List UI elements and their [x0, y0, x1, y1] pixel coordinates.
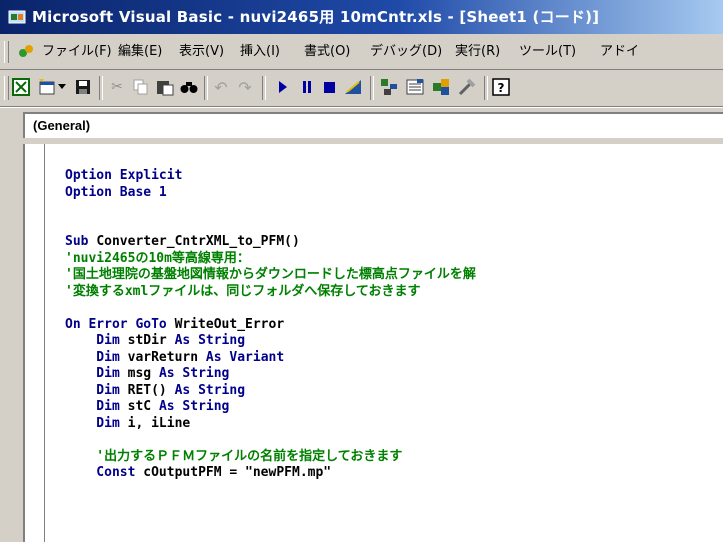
code-line[interactable]: '国土地理院の基盤地図情報からダウンロードした標高点ファイルを解: [65, 267, 476, 284]
code-line[interactable]: Dim msg As String: [65, 366, 476, 383]
menu-edit[interactable]: 編集(E): [116, 35, 164, 69]
code-keyword: Dim: [65, 349, 128, 365]
code-keyword: As Variant: [205, 349, 285, 365]
code-keyword: Dim: [65, 415, 128, 431]
code-line[interactable]: [65, 432, 476, 449]
code-keyword: Option Explicit: [65, 168, 183, 183]
code-line[interactable]: [65, 218, 476, 235]
help-icon[interactable]: ?: [490, 76, 512, 98]
code-line[interactable]: [65, 300, 476, 317]
toolbar-grip[interactable]: [4, 76, 9, 100]
object-combo[interactable]: (General): [23, 112, 723, 138]
code-keyword: Const: [65, 465, 144, 480]
run-icon[interactable]: [272, 76, 294, 98]
paste-icon[interactable]: [154, 76, 176, 98]
code-editor[interactable]: Option Explicit Option Base 1 Sub Converte…: [23, 144, 723, 542]
toolbar-separator: [99, 76, 103, 100]
find-icon[interactable]: [178, 76, 200, 98]
toolbar-separator: [370, 76, 374, 100]
insert-userform-icon[interactable]: [36, 76, 58, 98]
menu-tools[interactable]: ツール(T): [517, 35, 578, 69]
code-keyword: Option Base 1: [65, 184, 167, 200]
code-line[interactable]: Dim stC As String: [65, 399, 476, 416]
standard-toolbar: ✂ ↶ ↷ ?: [0, 70, 723, 107]
menu-file[interactable]: ファイル(F): [40, 35, 114, 69]
menu-debug[interactable]: デバッグ(D): [368, 35, 444, 69]
code-line[interactable]: Sub Converter_CntrXML_to_PFM(): [65, 234, 476, 251]
code-comment: 'nuvi2465の10m等高線専用：: [65, 250, 250, 266]
code-line[interactable]: Const cOutputPFM = "newPFM.mp": [65, 465, 476, 482]
code-keyword: Dim: [65, 382, 128, 398]
menu-bar: ファイル(F) 編集(E) 表示(V) 挿入(I) 書式(O) デバッグ(D) …: [0, 35, 723, 70]
code-identifier: cOutputPFM = "newPFM.mp": [143, 465, 332, 480]
code-line[interactable]: Dim RET() As String: [65, 383, 476, 400]
copy-icon[interactable]: [130, 76, 152, 98]
code-keyword: As String: [158, 399, 230, 414]
menu-insert[interactable]: 挿入(I): [238, 35, 282, 69]
document-window-icon[interactable]: [18, 43, 34, 59]
code-margin[interactable]: [25, 144, 45, 542]
code-line[interactable]: '出力するＰＦＭファイルの名前を指定しておきます: [65, 449, 476, 466]
code-keyword: Dim: [65, 333, 128, 348]
code-identifier: i, iLine: [127, 415, 191, 431]
code-identifier: msg: [127, 366, 159, 381]
code-identifier: varReturn: [127, 349, 206, 365]
code-line[interactable]: 'nuvi2465の10m等高線専用：: [65, 251, 476, 268]
code-identifier: WriteOut_Error: [174, 316, 285, 332]
code-identifier: RET(): [127, 382, 175, 398]
toolbar-separator: [262, 76, 266, 100]
code-line[interactable]: Option Base 1: [65, 185, 476, 202]
code-keyword: On Error GoTo: [65, 316, 175, 332]
code-identifier: stC: [127, 399, 159, 414]
title-bar[interactable]: Microsoft Visual Basic - nuvi2465用 10mCn…: [0, 0, 723, 34]
redo-icon[interactable]: ↷: [234, 76, 256, 98]
code-keyword: Dim: [65, 399, 128, 414]
code-comment: '国土地理院の基盤地図情報からダウンロードした標高点ファイルを解: [65, 267, 476, 282]
code-line[interactable]: [65, 201, 476, 218]
code-identifier: Converter_CntrXML_to_PFM(): [96, 234, 300, 249]
code-line[interactable]: Dim i, iLine: [65, 416, 476, 433]
reset-icon[interactable]: [318, 76, 340, 98]
code-keyword: Sub: [65, 234, 97, 249]
code-keyword: As String: [158, 366, 230, 381]
menu-format[interactable]: 書式(O): [302, 35, 352, 69]
undo-icon[interactable]: ↶: [210, 76, 232, 98]
toolbar-separator: [484, 76, 488, 100]
menu-addins[interactable]: アドイ: [598, 35, 641, 69]
code-keyword: As String: [174, 382, 246, 398]
code-line[interactable]: '変換するxmlファイルは、同じフォルダへ保存しておきます: [65, 284, 476, 301]
properties-icon[interactable]: [404, 76, 426, 98]
menu-run[interactable]: 実行(R): [453, 35, 502, 69]
code-lines[interactable]: Option Explicit Option Base 1 Sub Converte…: [65, 168, 476, 482]
code-line[interactable]: Dim stDir As String: [65, 333, 476, 350]
menubar-grip[interactable]: [4, 41, 9, 63]
code-identifier: stDir: [127, 333, 175, 348]
object-combo-value: (General): [33, 118, 91, 133]
code-comment: '出力するＰＦＭファイルの名前を指定しておきます: [65, 448, 403, 464]
project-explorer-icon[interactable]: [378, 76, 400, 98]
save-icon[interactable]: [72, 76, 94, 98]
code-line[interactable]: Dim varReturn As Variant: [65, 350, 476, 367]
vb-app-icon: [8, 10, 26, 24]
object-browser-icon[interactable]: [430, 76, 452, 98]
code-comment: '変換するxmlファイルは、同じフォルダへ保存しておきます: [65, 283, 421, 299]
code-line[interactable]: On Error GoTo WriteOut_Error: [65, 317, 476, 334]
object-procedure-bar: (General): [0, 107, 723, 144]
menu-view[interactable]: 表示(V): [177, 35, 226, 69]
break-icon[interactable]: [296, 76, 318, 98]
toolbox-icon[interactable]: [456, 76, 478, 98]
dropdown-arrow-icon[interactable]: [56, 76, 68, 98]
toolbar-separator: [204, 76, 208, 100]
code-line[interactable]: Option Explicit: [65, 168, 476, 185]
code-keyword: As String: [174, 333, 246, 348]
view-excel-icon[interactable]: [10, 76, 32, 98]
window-title: Microsoft Visual Basic - nuvi2465用 10mCn…: [32, 8, 600, 26]
cut-icon[interactable]: ✂: [106, 76, 128, 98]
design-mode-icon[interactable]: [342, 76, 364, 98]
code-keyword: Dim: [65, 366, 128, 381]
svg-text:?: ?: [498, 81, 505, 95]
